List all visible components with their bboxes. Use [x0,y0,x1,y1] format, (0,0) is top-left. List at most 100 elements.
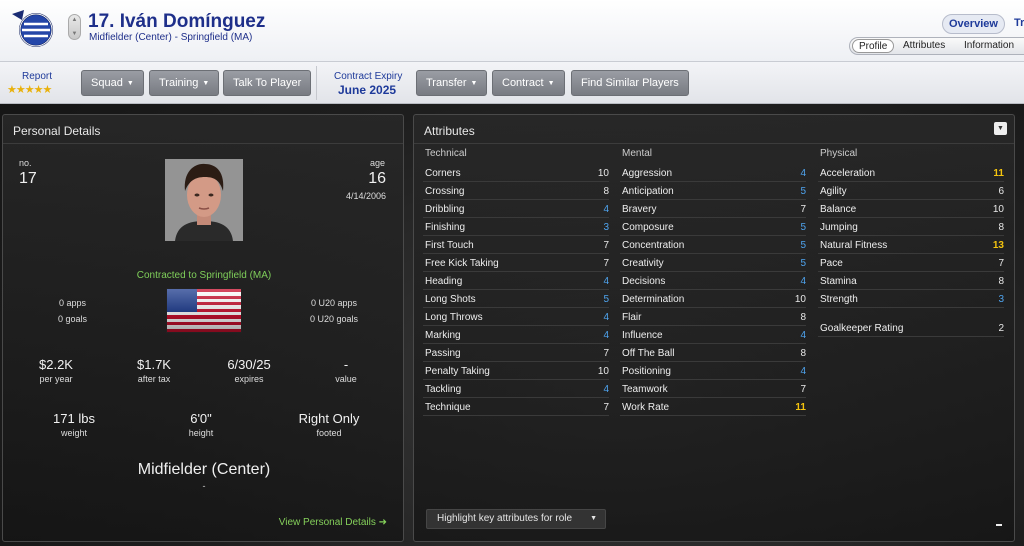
transfer-button[interactable]: Transfer ▼ [416,70,488,96]
attribute-row[interactable]: Aggression 4 [620,164,806,182]
attribute-value: 10 [992,204,1004,215]
collapse-toggle-icon[interactable]: ▼ [994,122,1007,135]
attribute-row[interactable]: Jumping 8 [818,218,1004,236]
attribute-value: 8 [800,348,806,359]
attribute-name: Determination [622,294,685,305]
attribute-row[interactable]: Composure 5 [620,218,806,236]
tab-overview[interactable]: Overview [942,14,1005,34]
attribute-name: Dribbling [425,204,465,215]
training-button[interactable]: Training ▼ [149,70,220,96]
contract-button[interactable]: Contract ▼ [492,70,565,96]
attribute-row[interactable]: Positioning 4 [620,362,806,380]
attribute-row[interactable]: Heading 4 [423,272,609,290]
report-stars-icon: ★★★★★ [7,84,52,96]
height-label: height [188,428,214,438]
player-switcher-stepper[interactable]: ▲ ▼ [68,14,81,40]
attribute-row[interactable]: Pace 7 [818,254,1004,272]
squad-number-label: no. [19,158,32,168]
chevron-down-icon[interactable]: ▼ [72,31,78,37]
goalkeeper-rating-row: Goalkeeper Rating 2 [818,319,1004,337]
attribute-name: Jumping [820,222,858,233]
attribute-value: 3 [603,222,609,233]
player-subtitle[interactable]: Midfielder (Center) - Springfield (MA) [89,32,252,43]
attribute-row[interactable]: Off The Ball 8 [620,344,806,362]
attribute-name: Balance [820,204,857,215]
attribute-row[interactable]: Natural Fitness 13 [818,236,1004,254]
highlight-key-attributes-select[interactable]: Highlight key attributes for role ▼ [426,509,606,529]
attribute-row[interactable]: Determination 10 [620,290,806,308]
mental-rows: Aggression 4 Anticipation 5 Bravery 7 Composur… [620,164,806,416]
after-tax-label: after tax [137,374,171,384]
attribute-row[interactable]: Decisions 4 [620,272,806,290]
report-link[interactable]: Report [22,71,52,82]
u20-apps-count: 0 U20 apps [310,298,357,308]
divider [414,143,1014,144]
attribute-value: 5 [800,240,806,251]
divider [3,143,403,144]
contracted-to-club[interactable]: Contracted to Springfield (MA) [3,270,405,281]
contract-expiry-label: Contract Expiry [334,71,403,82]
weight-value: 171 lbs [53,411,95,426]
attribute-row[interactable]: Acceleration 11 [818,164,1004,182]
attribute-row[interactable]: Finishing 3 [423,218,609,236]
attribute-row[interactable]: Long Throws 4 [423,308,609,326]
attribute-value: 4 [800,276,806,287]
attribute-row[interactable]: Creativity 5 [620,254,806,272]
subtab-information[interactable]: Information [964,40,1014,51]
goals-count: 0 goals [58,314,88,324]
attribute-row[interactable]: Balance 10 [818,200,1004,218]
attribute-row[interactable]: Long Shots 5 [423,290,609,308]
attribute-row[interactable]: Dribbling 4 [423,200,609,218]
attribute-name: Off The Ball [622,348,675,359]
footed-value: Right Only [298,411,360,426]
attribute-name: Anticipation [622,186,674,197]
attribute-value: 4 [603,204,609,215]
attribute-row[interactable]: Goalkeeper Rating 2 [818,319,1004,337]
player-header: ▲ ▼ 17. Iván Domínguez Midfielder (Cente… [0,0,1024,62]
attribute-row[interactable]: Free Kick Taking 7 [423,254,609,272]
attribute-row[interactable]: Marking 4 [423,326,609,344]
attribute-row[interactable]: Anticipation 5 [620,182,806,200]
expires-value: 6/30/25 [227,357,271,372]
attribute-row[interactable]: Flair 8 [620,308,806,326]
toolbar-divider [316,66,317,100]
attribute-row[interactable]: Tackling 4 [423,380,609,398]
usa-flag-icon [166,288,242,333]
attribute-name: Pace [820,258,843,269]
attribute-row[interactable]: Stamina 8 [818,272,1004,290]
attribute-value: 10 [597,168,609,179]
tab-truncated[interactable]: Tr [1014,17,1024,29]
caret-down-icon: ▼ [202,80,210,87]
attribute-row[interactable]: First Touch 7 [423,236,609,254]
attribute-value: 13 [992,240,1004,251]
attribute-row[interactable]: Teamwork 7 [620,380,806,398]
attribute-name: Composure [622,222,674,233]
technical-rows: Corners 10 Crossing 8 Dribbling 4 Finishing 3 Fi… [423,164,609,416]
attribute-name: Heading [425,276,463,287]
attribute-row[interactable]: Passing 7 [423,344,609,362]
apps-count: 0 apps [59,298,87,308]
talk-to-player-button[interactable]: Talk To Player [223,70,312,96]
attribute-row[interactable]: Agility 6 [818,182,1004,200]
physical-heading: Physical [820,148,858,159]
action-toolbar: Report ★★★★★ Squad ▼ Training ▼ Talk To Pl… [0,62,1024,104]
attribute-row[interactable]: Corners 10 [423,164,609,182]
minimize-icon[interactable] [996,524,1002,526]
attribute-row[interactable]: Technique 7 [423,398,609,416]
squad-button[interactable]: Squad ▼ [81,70,144,96]
attribute-row[interactable]: Work Rate 11 [620,398,806,416]
attribute-value: 8 [998,276,1004,287]
subtab-attributes[interactable]: Attributes [903,40,945,51]
attribute-row[interactable]: Influence 4 [620,326,806,344]
attribute-row[interactable]: Penalty Taking 10 [423,362,609,380]
attribute-row[interactable]: Crossing 8 [423,182,609,200]
subtab-profile[interactable]: Profile [852,39,895,53]
squad-number-value: 17 [19,170,37,187]
attribute-row[interactable]: Strength 3 [818,290,1004,308]
view-personal-details-link[interactable]: View Personal Details ➜ [279,517,387,528]
find-similar-players-button[interactable]: Find Similar Players [571,70,689,96]
chevron-up-icon[interactable]: ▲ [72,17,78,23]
attribute-row[interactable]: Concentration 5 [620,236,806,254]
attribute-name: Concentration [622,240,685,251]
attribute-row[interactable]: Bravery 7 [620,200,806,218]
